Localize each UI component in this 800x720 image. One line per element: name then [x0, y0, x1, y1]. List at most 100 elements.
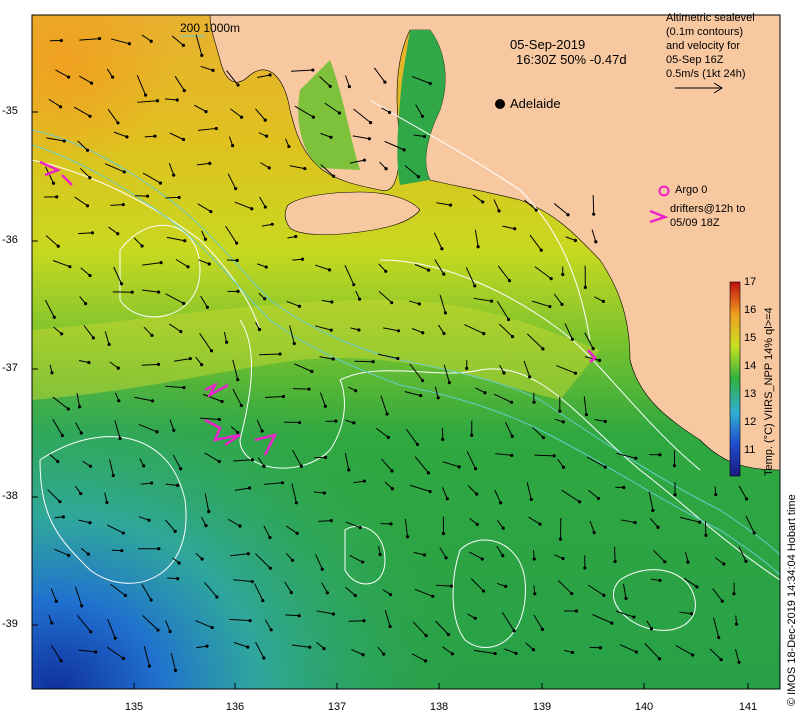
velocity-arrow-head [722, 562, 726, 566]
velocity-arrow-head [482, 331, 486, 336]
velocity-arrow-head [56, 459, 60, 464]
legend-line-3: and velocity for [666, 40, 740, 52]
velocity-arrow-head [116, 232, 120, 236]
velocity-arrow-head [173, 668, 178, 672]
velocity-arrow-head [60, 433, 64, 438]
velocity-arrow-head [416, 175, 421, 179]
velocity-arrow-head [352, 283, 356, 287]
velocity-arrow-head [105, 500, 109, 505]
velocity-arrow-head [493, 652, 497, 656]
velocity-arrow-head [592, 530, 596, 535]
velocity-arrow-head [153, 134, 157, 138]
velocity-arrow-head [121, 202, 125, 207]
velocity-arrow-head [268, 566, 272, 570]
velocity-arrow-head [220, 399, 224, 404]
velocity-arrow-head [145, 194, 150, 198]
velocity-arrow-head [250, 579, 254, 584]
velocity-arrow-head [60, 332, 64, 336]
x-tick-label: 135 [124, 701, 144, 713]
velocity-arrow-head [79, 491, 83, 496]
velocity-arrow-head [55, 195, 59, 199]
velocity-arrow-head [85, 148, 90, 152]
velocity-arrow-head [122, 170, 126, 174]
velocity-arrow-head [752, 531, 756, 535]
velocity-arrow-head [424, 634, 428, 638]
velocity-arrow-head [691, 653, 695, 657]
velocity-arrow [165, 196, 180, 199]
colorbar-title: Temp. (°C) VIIRS_NPP 14% ql>=4 [763, 307, 775, 476]
velocity-arrow-head [570, 650, 575, 655]
velocity-arrow-head [323, 404, 327, 408]
velocity-arrow-head [539, 248, 543, 252]
velocity-arrow-head [528, 375, 532, 379]
velocity-arrow-head [209, 209, 213, 214]
velocity-arrow-head [497, 209, 501, 213]
velocity-arrow-head [182, 385, 186, 390]
velocity-arrow-head [262, 464, 266, 468]
velocity-arrow-head [389, 522, 393, 526]
velocity-arrow-head [121, 531, 125, 535]
velocity-arrow-head [480, 557, 484, 561]
drifters-label-2: 05/09 18Z [670, 217, 720, 229]
drifters-label-1: drifters@12h to [670, 203, 746, 215]
velocity-arrow-head [573, 238, 577, 243]
velocity-arrow-head [329, 328, 333, 332]
velocity-arrow-head [465, 366, 469, 370]
velocity-arrow-head [157, 547, 161, 551]
velocity-arrow-head [236, 378, 240, 382]
velocity-arrow-head [85, 204, 90, 208]
velocity-arrow-head [88, 464, 93, 468]
velocity-arrow-head [352, 421, 356, 425]
velocity-arrow-head [177, 195, 181, 200]
velocity-arrow-head [250, 458, 255, 462]
x-tick-label: 139 [532, 701, 552, 713]
velocity-arrow-head [280, 481, 285, 485]
y-tick-label: -36 [2, 234, 18, 246]
velocity-arrow-head [405, 535, 410, 539]
velocity-arrow-head [261, 598, 265, 603]
velocity-arrow-head [624, 596, 628, 600]
velocity-arrow-head [473, 616, 477, 620]
velocity-arrow-head [396, 329, 401, 333]
velocity-arrow-head [77, 405, 82, 409]
velocity-arrow-head [308, 645, 312, 649]
velocity-arrow-head [278, 352, 282, 356]
velocity-arrow [292, 388, 310, 390]
velocity-arrow-head [290, 558, 295, 562]
velocity-arrow-head [420, 378, 425, 383]
velocity-arrow-head [634, 456, 638, 460]
velocity-arrow-head [179, 467, 183, 471]
velocity-arrow-head [149, 39, 153, 43]
velocity-arrow-head [663, 560, 667, 564]
legend-line-1: Altimetric sealevel [666, 12, 755, 24]
velocity-arrow-head [323, 455, 328, 460]
velocity-arrow-head [383, 80, 387, 84]
velocity-arrow-head [150, 399, 155, 403]
velocity-arrow-head [362, 479, 366, 483]
velocity-arrow-head [331, 357, 335, 361]
velocity-arrow-head [384, 269, 388, 273]
colorbar-tick: 15 [744, 332, 757, 344]
velocity-arrow-head [583, 566, 587, 570]
velocity-arrow-head [257, 327, 262, 332]
scale-bar-label: 200 1000m [180, 21, 241, 35]
velocity-arrow-head [230, 143, 235, 148]
velocity-arrow-head [388, 592, 393, 597]
velocity-arrow-head [549, 277, 553, 281]
y-tick-label: -38 [2, 490, 18, 502]
velocity-arrow-head [695, 585, 699, 589]
velocity-arrow-head [594, 240, 598, 244]
x-tick-label: 138 [429, 701, 449, 713]
velocity-arrow-head [117, 399, 121, 403]
velocity-arrow-head [322, 491, 326, 495]
colorbar-tick: 17 [744, 276, 757, 288]
velocity-arrow-head [123, 593, 127, 598]
velocity-arrow-head [507, 279, 512, 283]
velocity-arrow-head [328, 84, 332, 88]
velocity-arrow-head [441, 531, 446, 536]
velocity-arrow-head [263, 205, 267, 209]
velocity-arrow-head [367, 137, 371, 141]
velocity-arrow-head [737, 660, 741, 664]
velocity-arrow-head [483, 391, 487, 395]
velocity-arrow-head [689, 612, 694, 616]
